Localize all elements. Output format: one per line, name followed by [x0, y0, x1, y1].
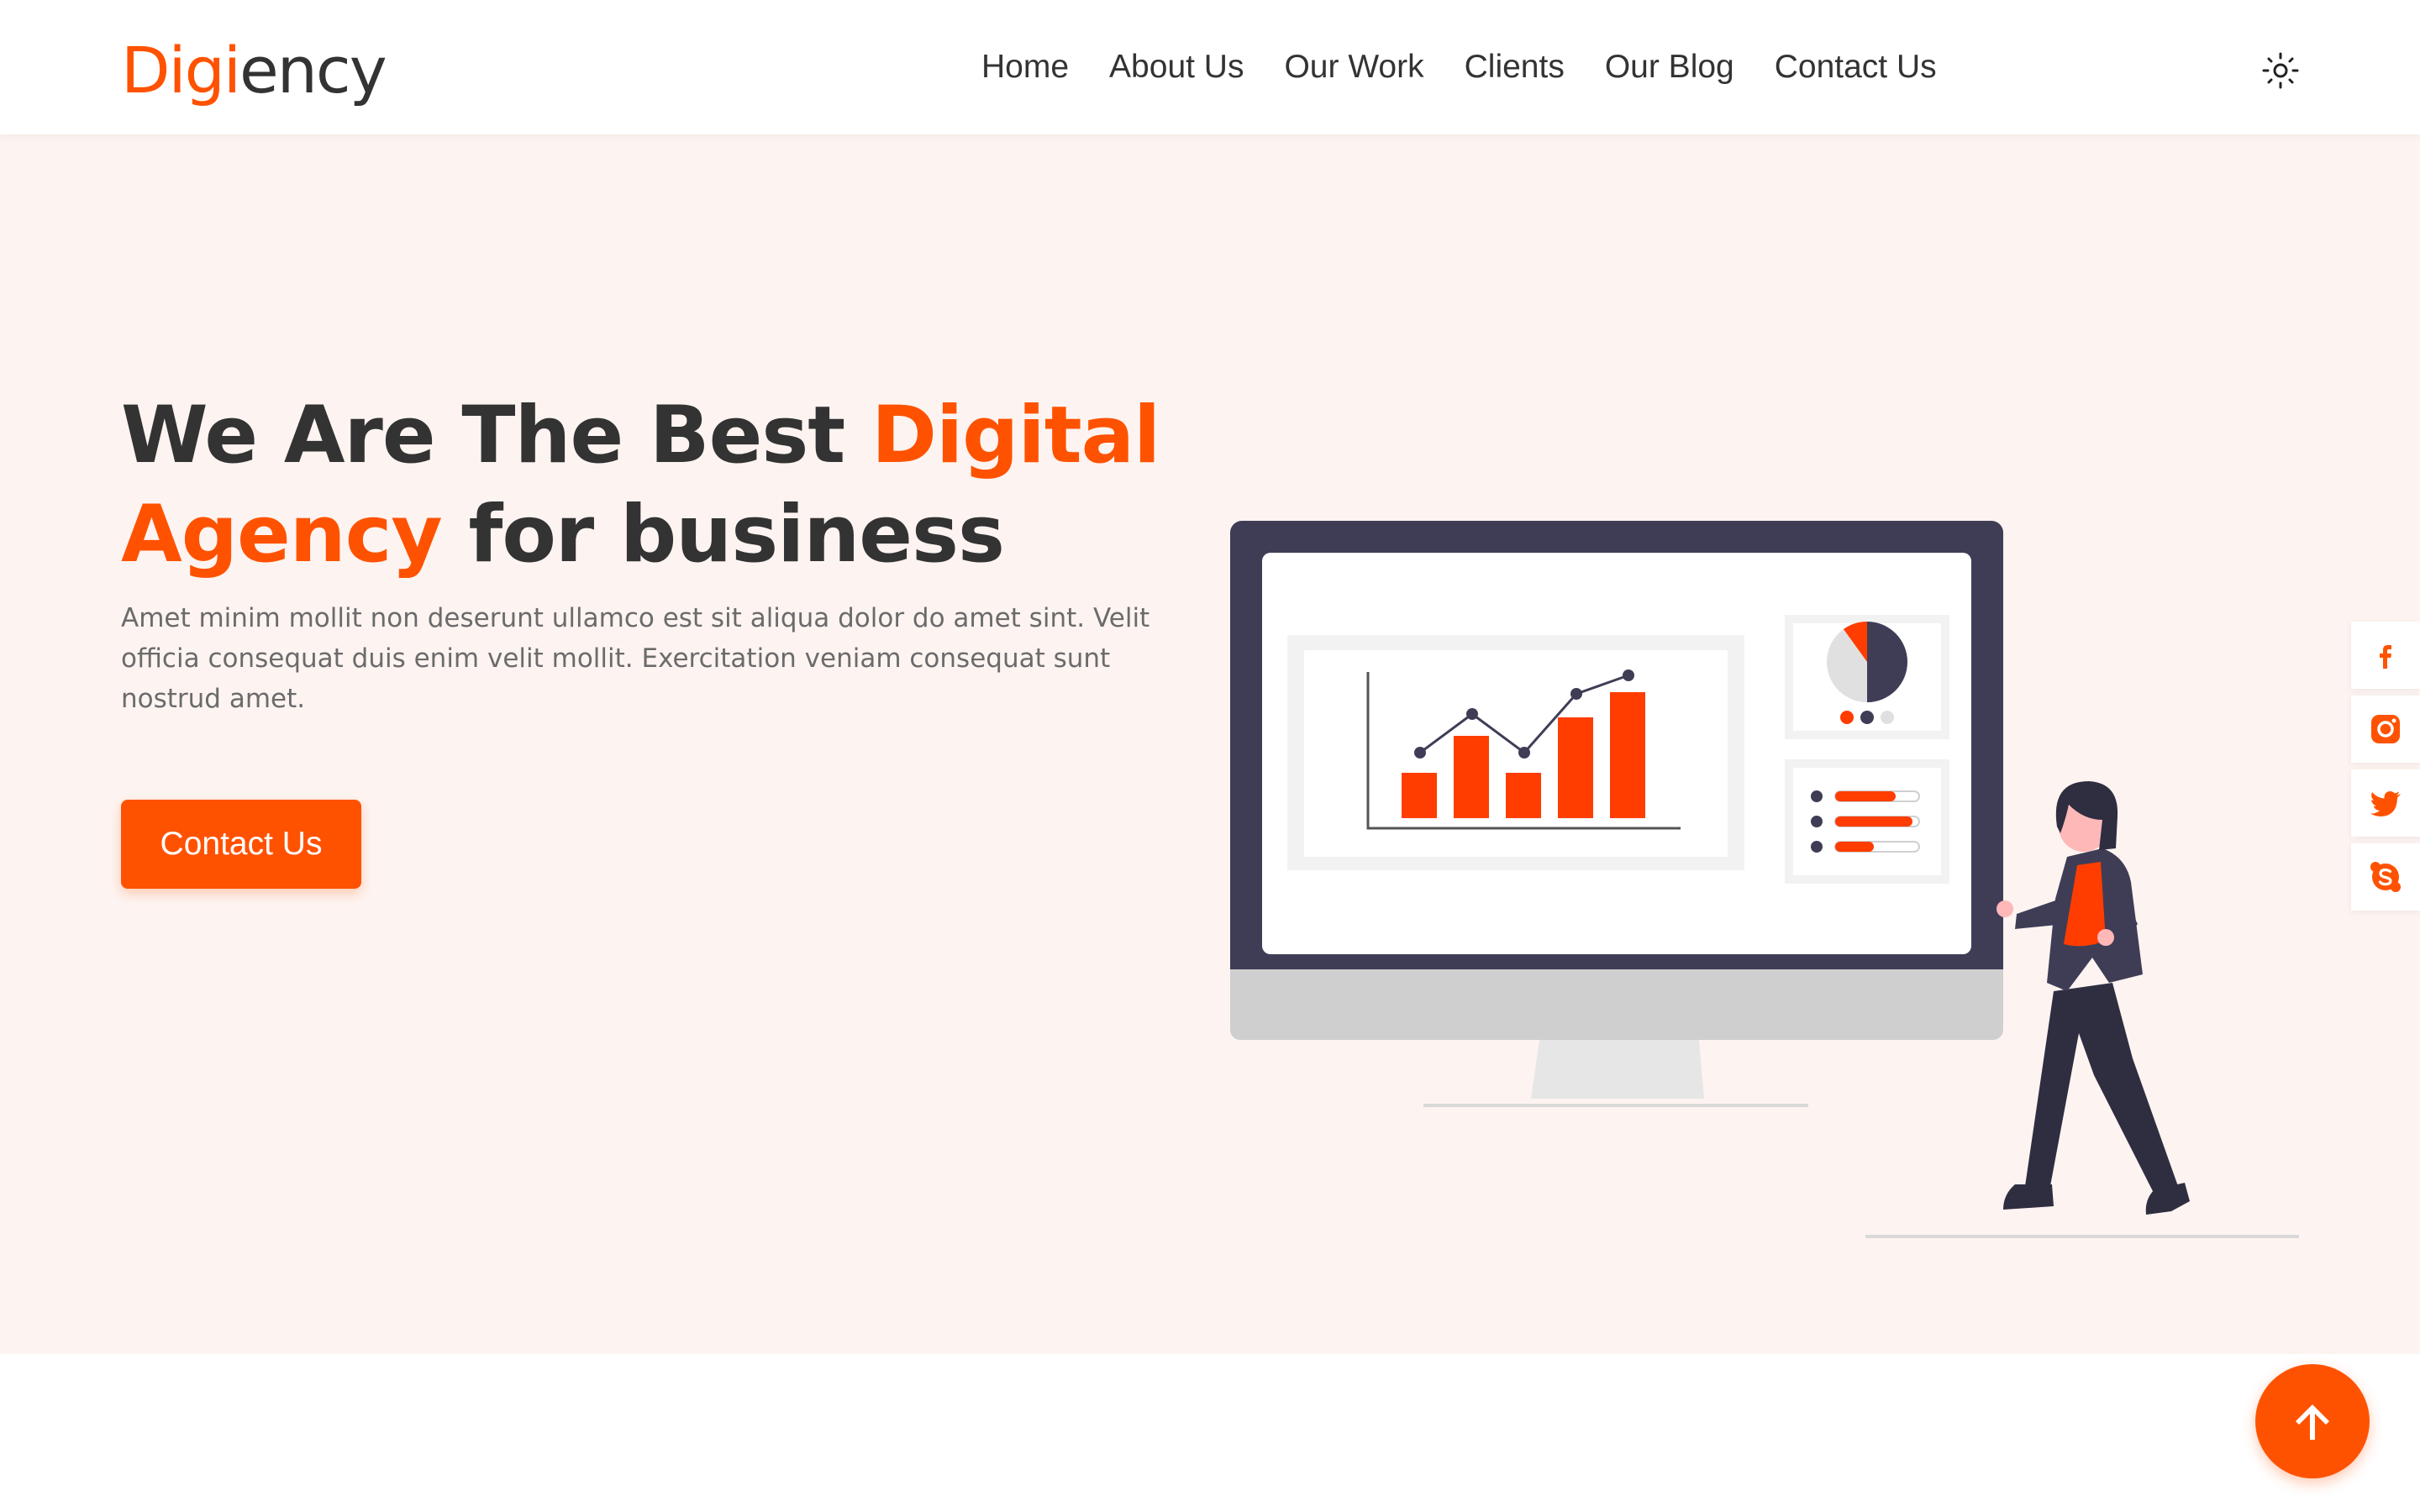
facebook-icon	[2380, 645, 2391, 669]
monitor-stand	[1531, 1040, 1704, 1099]
theme-toggle-button[interactable]	[2260, 50, 2301, 91]
facebook-link[interactable]	[2351, 622, 2420, 689]
bar-4	[1558, 717, 1593, 818]
instagram-icon	[2371, 715, 2400, 743]
nav-contact-us[interactable]: Contact Us	[1775, 44, 1937, 91]
arrow-up-icon	[2296, 1404, 2329, 1440]
bar-3	[1506, 773, 1541, 818]
social-sidebar	[2351, 622, 2420, 917]
headline-accent-2: Agency	[121, 489, 443, 580]
back-to-top-button[interactable]	[2255, 1364, 2370, 1478]
hero-illustration	[1230, 521, 2299, 1238]
headline-accent-1: Digital	[871, 390, 1160, 481]
main-nav: Home About Us Our Work Clients Our Blog …	[981, 44, 1937, 91]
bar-1	[1402, 773, 1437, 818]
logo[interactable]: Digiency	[121, 30, 387, 111]
nav-about-us[interactable]: About Us	[1109, 44, 1244, 91]
sun-icon	[2262, 52, 2299, 89]
hero-description: Amet minim mollit non deserunt ullamco e…	[121, 603, 1150, 714]
twitter-icon	[2370, 791, 2401, 816]
contact-us-button[interactable]: Contact Us	[121, 800, 361, 889]
nav-our-work[interactable]: Our Work	[1284, 44, 1423, 91]
hero-section: We Are The Best Digital Agency for busine…	[0, 134, 2420, 1354]
headline-text-2: for business	[441, 489, 1005, 580]
logo-part-2: ency	[239, 33, 387, 108]
logo-part-1: Digi	[121, 33, 241, 108]
skype-link[interactable]	[2351, 843, 2420, 911]
hero-headline: We Are The Best Digital Agency for busine…	[121, 386, 1247, 585]
navbar: Digiency Home About Us Our Work Clients …	[0, 0, 2420, 134]
bar-5	[1610, 692, 1645, 818]
nav-home[interactable]: Home	[981, 44, 1069, 91]
instagram-link[interactable]	[2351, 696, 2420, 763]
skype-icon	[2370, 862, 2401, 892]
nav-clients[interactable]: Clients	[1465, 44, 1565, 91]
twitter-link[interactable]	[2351, 769, 2420, 837]
nav-our-blog[interactable]: Our Blog	[1605, 44, 1734, 91]
bar-2	[1454, 736, 1489, 818]
headline-text-1: We Are The Best	[121, 390, 871, 481]
